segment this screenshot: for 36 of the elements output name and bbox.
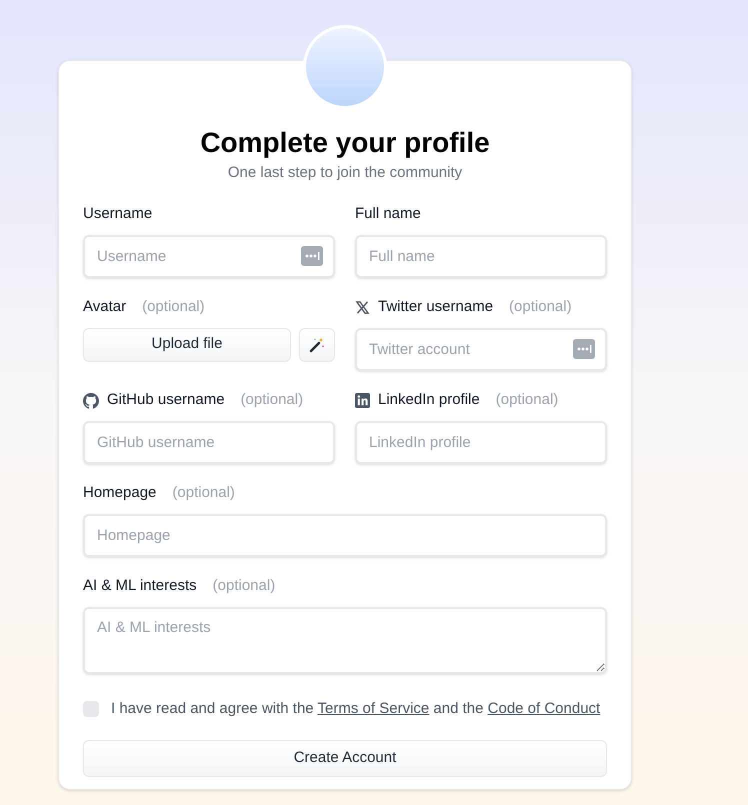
text-field[interactable]: Twitter account (355, 328, 607, 370)
field-label: Avatar (83, 297, 126, 318)
optional-note: (optional) (142, 297, 205, 318)
text-field[interactable]: Full name (355, 234, 607, 278)
magic-wand-button[interactable] (299, 328, 335, 362)
optional-note: (optional) (496, 390, 558, 410)
upload-file-button[interactable]: Upload file (83, 328, 291, 362)
field-label: LinkedIn profile (378, 390, 480, 410)
field-label: Twitter username (378, 297, 494, 318)
optional-note: (optional) (212, 576, 276, 596)
field-label: Username (83, 204, 152, 224)
agreement-text: I have read and agree with the Terms of Service and the Code of Conduct (111, 698, 600, 718)
github-logo-icon (83, 392, 99, 408)
optional-note: (optional) (509, 297, 572, 318)
password-manager-icon[interactable] (573, 338, 595, 358)
field-label: Full name (355, 204, 421, 224)
optional-note: (optional) (240, 390, 304, 410)
text-field[interactable]: Username (83, 234, 335, 278)
textarea-field[interactable]: AI & ML interests (83, 606, 607, 674)
magic-wand-icon (309, 336, 325, 352)
page-subtitle: One last step to join the community (226, 163, 464, 183)
text-field[interactable]: GitHub username (83, 420, 335, 464)
page-title: Complete your profile (199, 126, 491, 160)
create-account-button[interactable]: Create Account (83, 740, 607, 777)
optional-note: (optional) (172, 483, 235, 504)
terms-link[interactable]: Terms of Service (318, 700, 430, 716)
code-of-conduct-link[interactable]: Code of Conduct (488, 700, 600, 716)
field-label: AI & ML interests (83, 576, 197, 596)
agree-checkbox[interactable] (83, 700, 99, 717)
field-label: Homepage (83, 483, 156, 504)
text-field[interactable]: LinkedIn profile (355, 420, 607, 464)
field-label: GitHub username (107, 390, 225, 410)
x-logo-icon (355, 300, 370, 315)
linkedin-logo-icon (355, 393, 370, 408)
text-field[interactable]: Homepage (83, 514, 607, 556)
password-manager-icon[interactable] (301, 246, 323, 266)
